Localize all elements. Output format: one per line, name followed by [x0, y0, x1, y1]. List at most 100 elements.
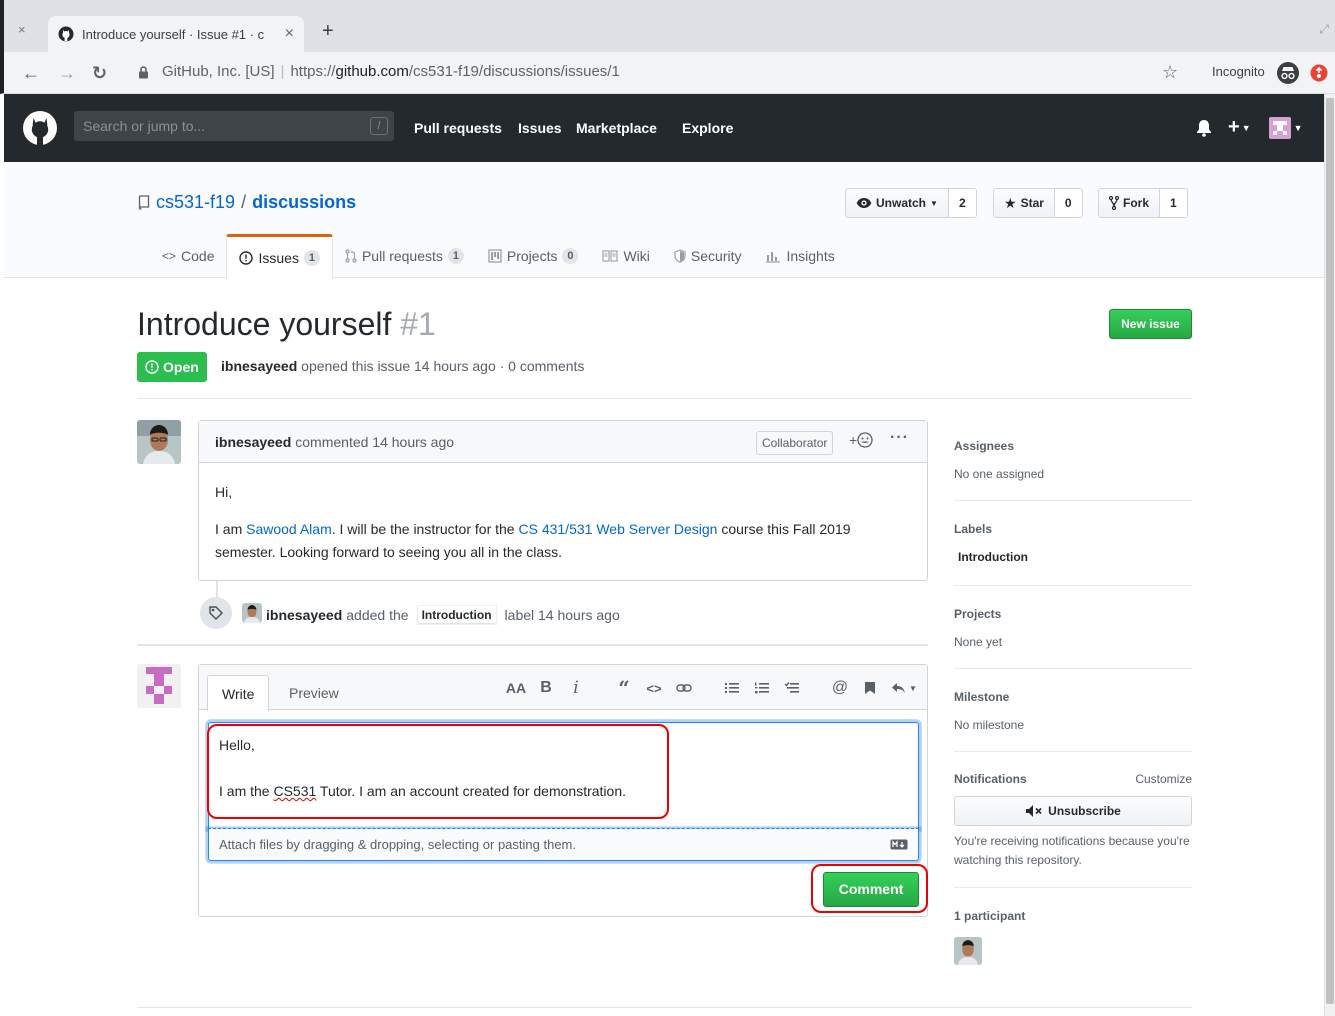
saved-reply-icon[interactable]	[859, 679, 881, 697]
tab-wiki-label: Wiki	[623, 248, 650, 264]
tab-wiki[interactable]: Wiki	[590, 234, 661, 278]
incognito-label: Incognito	[1212, 64, 1265, 79]
add-reaction-button[interactable]: +	[849, 432, 873, 448]
sidebar-divider	[954, 751, 1192, 752]
event-actor-link[interactable]: ibnesayeed	[266, 607, 342, 623]
tab-code-label: Code	[181, 248, 215, 264]
quote-icon[interactable]: “	[613, 676, 635, 700]
italic-icon[interactable]: i	[565, 678, 587, 698]
lock-icon[interactable]	[138, 66, 149, 79]
comment-timestamp[interactable]: commented 14 hours ago	[295, 434, 454, 450]
issue-author-link[interactable]: ibnesayeed	[221, 358, 297, 374]
create-new-icon[interactable]: + ▼	[1228, 116, 1251, 139]
bulleted-list-icon[interactable]	[721, 679, 743, 697]
reload-icon[interactable]: ↻	[92, 63, 107, 84]
sidebar-assignees[interactable]: Assignees No one assigned	[954, 439, 1192, 481]
editor-line-2c: Tutor. I am an account created for demon…	[316, 783, 627, 799]
back-arrow-icon[interactable]: ←	[22, 63, 40, 84]
repo-owner-link[interactable]: cs531-f19	[156, 192, 235, 213]
incognito-icon[interactable]	[1276, 61, 1300, 85]
issue-opened-icon	[145, 360, 159, 374]
repo-tabs: <> Code Issues 1 Pull requests 1 Project…	[150, 234, 847, 279]
tab-preview[interactable]: Preview	[289, 675, 339, 711]
avatar[interactable]	[137, 420, 181, 464]
comment-submit-button[interactable]: Comment	[823, 872, 919, 907]
sidebar-milestone[interactable]: Milestone No milestone	[954, 690, 1192, 732]
more-options-icon[interactable]: ···	[890, 429, 909, 447]
unwatch-button[interactable]: Unwatch ▼	[846, 189, 949, 217]
markdown-icon[interactable]	[890, 839, 908, 850]
numbered-list-icon[interactable]	[751, 679, 773, 697]
window-close-button[interactable]: ×	[18, 22, 26, 37]
page-scrollbar[interactable]	[1324, 94, 1335, 1016]
label-introduction[interactable]: Introduction	[416, 605, 497, 625]
stargazers-count[interactable]: 0	[1054, 189, 1082, 217]
star-button[interactable]: ★ Star	[994, 189, 1055, 217]
fork-button[interactable]: Fork	[1099, 189, 1161, 217]
tab-issues[interactable]: Issues 1	[226, 234, 333, 279]
avatar[interactable]	[242, 603, 262, 623]
tab-issues-label: Issues	[258, 250, 299, 266]
reply-icon[interactable]: ▼	[889, 679, 919, 697]
star-icon: ★	[1004, 194, 1017, 211]
tab-projects-label: Projects	[506, 248, 558, 264]
tab-code[interactable]: <> Code	[150, 234, 226, 278]
git-pull-request-icon	[345, 249, 357, 263]
github-header: Search or jump to... / Pull requests Iss…	[4, 94, 1324, 162]
participant-avatar[interactable]	[954, 937, 982, 965]
tab-insights[interactable]: Insights	[753, 234, 846, 278]
star-button-group: ★ Star 0	[993, 188, 1083, 218]
bookmark-star-icon[interactable]: ☆	[1162, 62, 1178, 83]
attach-files-area[interactable]: Attach files by dragging & dropping, sel…	[208, 829, 919, 861]
new-tab-button[interactable]: +	[322, 20, 334, 43]
tab-issues-count: 1	[303, 250, 320, 266]
watchers-count[interactable]: 2	[948, 189, 976, 217]
scrollbar-thumb[interactable]	[1326, 98, 1334, 1004]
extension-icon[interactable]	[1310, 64, 1328, 82]
repo-name-link[interactable]: discussions	[252, 192, 356, 213]
comment-textarea[interactable]: Hello, I am the CS531 Tutor. I am an acc…	[208, 722, 919, 829]
window-resize-icon[interactable]: ⤢	[1319, 22, 1329, 37]
tab-security[interactable]: Security	[662, 234, 754, 278]
url-host: github.com	[335, 63, 409, 80]
mention-icon[interactable]: @	[829, 679, 851, 697]
watch-button-group: Unwatch ▼ 2	[845, 188, 977, 218]
sidebar-labels[interactable]: Labels Introduction	[954, 522, 1192, 564]
timeline-divider	[137, 644, 928, 646]
notifications-bell-icon[interactable]	[1196, 119, 1212, 137]
tab-insights-label: Insights	[786, 248, 835, 264]
comment-author-link[interactable]: ibnesayeed	[215, 434, 291, 450]
nav-explore[interactable]: Explore	[682, 120, 733, 136]
forks-count[interactable]: 1	[1160, 189, 1187, 217]
user-avatar-menu[interactable]: ▼	[1268, 116, 1303, 139]
unsubscribe-button[interactable]: Unsubscribe	[954, 796, 1192, 826]
sidebar-label-introduction[interactable]: Introduction	[958, 550, 1192, 564]
search-placeholder: Search or jump to...	[83, 118, 206, 134]
tab-projects[interactable]: Projects 0	[476, 234, 591, 278]
github-logo-icon[interactable]	[22, 110, 58, 146]
forward-arrow-icon[interactable]: →	[58, 63, 76, 84]
link-icon[interactable]	[673, 679, 695, 697]
new-issue-button[interactable]: New issue	[1109, 309, 1192, 339]
bold-icon[interactable]: B	[535, 679, 557, 697]
nav-pull-requests[interactable]: Pull requests	[414, 120, 502, 136]
tab-close-button[interactable]: ×	[285, 25, 294, 43]
code-icon[interactable]: <>	[643, 679, 665, 697]
nav-issues[interactable]: Issues	[518, 120, 562, 136]
header-icon[interactable]: AA	[505, 679, 527, 697]
instructor-link[interactable]: Sawood Alam	[246, 521, 332, 537]
tab-write[interactable]: Write	[207, 675, 270, 711]
avatar[interactable]	[137, 664, 181, 708]
browser-tab[interactable]: Introduce yourself · Issue #1 · c ×	[48, 16, 304, 52]
sidebar-projects[interactable]: Projects None yet	[954, 607, 1192, 649]
customize-link[interactable]: Customize	[1135, 772, 1192, 786]
url-field[interactable]: GitHub, Inc. [US] | https://github.com/cs5…	[162, 63, 620, 80]
tab-pull-requests[interactable]: Pull requests 1	[333, 234, 476, 278]
issue-opened-icon	[239, 251, 254, 265]
nav-marketplace[interactable]: Marketplace	[576, 120, 657, 136]
eye-icon	[856, 197, 872, 209]
task-list-icon[interactable]	[781, 679, 803, 697]
search-input[interactable]: Search or jump to... /	[74, 111, 394, 141]
course-link[interactable]: CS 431/531 Web Server Design	[518, 521, 717, 537]
url-prefix: https://	[290, 63, 336, 80]
